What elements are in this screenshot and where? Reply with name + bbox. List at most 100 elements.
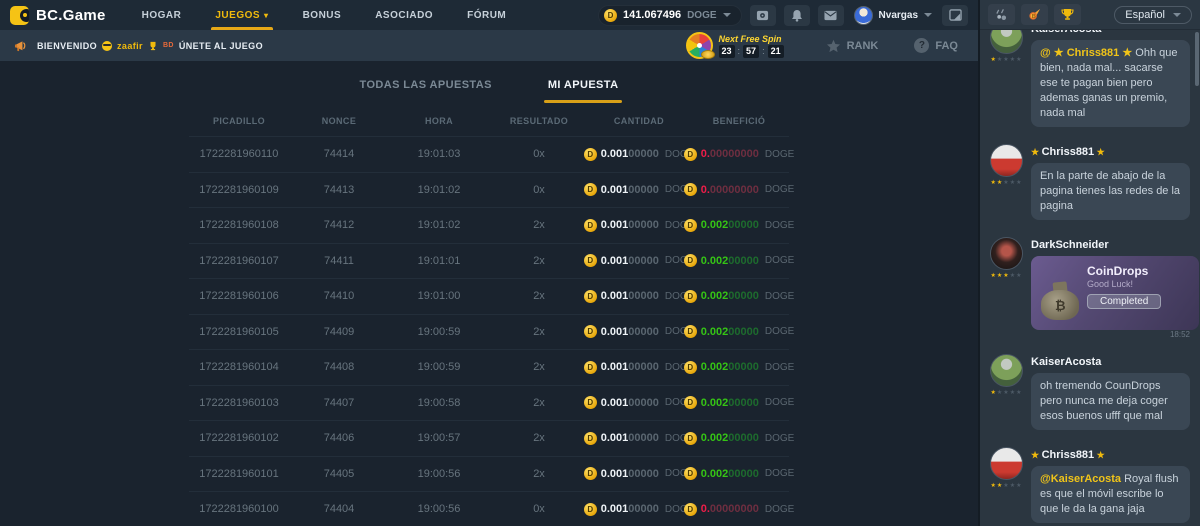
avatar[interactable] bbox=[990, 30, 1023, 54]
cell-profit-value: 0.00200000 bbox=[701, 219, 759, 231]
language-selector[interactable]: Español bbox=[1114, 6, 1192, 24]
nav-item-hogar[interactable]: HOGAR bbox=[142, 0, 182, 30]
cell-amount: D0.00100000DOGE bbox=[589, 325, 689, 338]
timer-minutes: 57 bbox=[743, 45, 759, 58]
cell-amount-value: 0.00100000 bbox=[601, 361, 659, 373]
cell-amount: D0.00100000DOGE bbox=[589, 432, 689, 445]
chat-message-content: KaiserAcostaoh tremendo CounDrops pero n… bbox=[1031, 354, 1190, 436]
spin-info: Next Free Spin 23: 57: 21 bbox=[719, 34, 784, 58]
cell-profit: D0.00200000DOGE bbox=[689, 325, 789, 338]
spin-timer: 23: 57: 21 bbox=[719, 45, 784, 58]
star-icon: ★ bbox=[1016, 483, 1021, 489]
avatar[interactable] bbox=[990, 354, 1023, 387]
cell-hash: 1722281960107 bbox=[189, 255, 289, 267]
cell-nonce: 74412 bbox=[289, 219, 389, 231]
doge-coin-icon: D bbox=[684, 325, 697, 338]
table-row[interactable]: 17222819601067441019:01:002xD0.00100000D… bbox=[189, 278, 789, 314]
nav-item-bonus[interactable]: BONUS bbox=[303, 0, 342, 30]
chat-username[interactable]: ★ Chriss881 ★ bbox=[1031, 146, 1190, 158]
coindrops-completed-button[interactable]: Completed bbox=[1087, 294, 1161, 309]
collapse-chat-button[interactable] bbox=[942, 5, 968, 26]
doge-coin-icon: D bbox=[684, 361, 697, 374]
table-row[interactable]: 17222819601027440619:00:572xD0.00100000D… bbox=[189, 420, 789, 456]
star-icon: ★ bbox=[1010, 57, 1015, 63]
cell-amount-value: 0.00100000 bbox=[601, 397, 659, 409]
bets-table: PICADILLONONCEHORARESULTADOCANTIDADBENEF… bbox=[189, 106, 789, 526]
cell-hash: 1722281960102 bbox=[189, 432, 289, 444]
doge-coin-icon: D bbox=[684, 503, 697, 516]
tab-mi-apuesta[interactable]: MI APUESTA bbox=[544, 65, 623, 103]
chat-message-left: ★★★★★ bbox=[988, 30, 1024, 133]
rank-link[interactable]: RANK bbox=[826, 39, 879, 53]
rain-button[interactable] bbox=[988, 4, 1015, 25]
timer-separator: : bbox=[762, 46, 765, 56]
cell-result: 2x bbox=[489, 219, 589, 231]
chat-username[interactable]: ★ Chriss881 ★ bbox=[1031, 449, 1190, 461]
chat-bubble: @ ★ Chriss881 ★ Ohh que bien, nada mal..… bbox=[1031, 40, 1190, 127]
fireball-icon: B bbox=[1028, 8, 1042, 21]
table-row[interactable]: 17222819601007440419:00:560xD0.00100000D… bbox=[189, 491, 789, 526]
welcome-username[interactable]: zaafir bbox=[117, 41, 143, 51]
avatar[interactable] bbox=[990, 237, 1023, 270]
table-row[interactable]: 17222819601097441319:01:020xD0.00100000D… bbox=[189, 172, 789, 208]
chat-message: ★★★★★★ Chriss881 ★@KaiserAcosta Royal fl… bbox=[988, 447, 1190, 526]
language-label: Español bbox=[1125, 9, 1165, 21]
free-spin-widget[interactable]: Next Free Spin 23: 57: 21 bbox=[686, 32, 784, 59]
brand-logo[interactable]: BC.Game bbox=[10, 6, 106, 25]
star-icon: ★ bbox=[1010, 180, 1015, 186]
faq-label: FAQ bbox=[935, 40, 958, 52]
notifications-button[interactable] bbox=[784, 5, 810, 26]
user-menu[interactable]: Nvargas bbox=[854, 6, 932, 25]
nav-item-fórum[interactable]: FÓRUM bbox=[467, 0, 506, 30]
nav-item-juegos[interactable]: JUEGOS▾ bbox=[215, 0, 268, 30]
nav-item-asociado[interactable]: ASOCIADO bbox=[375, 0, 433, 30]
cell-hash: 1722281960109 bbox=[189, 184, 289, 196]
brand-name: BC.Game bbox=[36, 7, 106, 24]
doge-coin-icon: D bbox=[584, 183, 597, 196]
user-level-stars: ★★★★★ bbox=[991, 390, 1022, 396]
mention-link[interactable]: @ ★ Chriss881 ★ bbox=[1040, 47, 1132, 59]
chat-message-left: ★★★★★ bbox=[988, 237, 1024, 343]
cell-nonce: 74408 bbox=[289, 361, 389, 373]
chat-scrollbar[interactable] bbox=[1195, 32, 1199, 86]
chat-message-left: ★★★★★ bbox=[988, 354, 1024, 436]
cell-profit: D0.00200000DOGE bbox=[689, 396, 789, 409]
faq-link[interactable]: ? FAQ bbox=[914, 38, 958, 53]
table-row[interactable]: 17222819601047440819:00:592xD0.00100000D… bbox=[189, 349, 789, 385]
cell-nonce: 74409 bbox=[289, 326, 389, 338]
avatar[interactable] bbox=[990, 144, 1023, 177]
table-row[interactable]: 17222819601087441219:01:022xD0.00100000D… bbox=[189, 207, 789, 243]
messages-button[interactable] bbox=[818, 5, 844, 26]
coindrop-button[interactable]: B bbox=[1021, 4, 1048, 25]
table-row[interactable]: 17222819601057440919:00:592xD0.00100000D… bbox=[189, 314, 789, 350]
chat-username[interactable]: KaiserAcosta bbox=[1031, 356, 1190, 368]
chat-username-text: Chriss881 bbox=[1042, 146, 1095, 158]
table-row[interactable]: 17222819601107441419:01:030xD0.00100000D… bbox=[189, 136, 789, 172]
app: BC.Game HOGAR JUEGOS▾ BONUS ASOCIADO FÓRUM D… bbox=[0, 0, 1200, 526]
cell-nonce: 74413 bbox=[289, 184, 389, 196]
table-row[interactable]: 17222819601037440719:00:582xD0.00100000D… bbox=[189, 385, 789, 421]
currency-label: DOGE bbox=[765, 149, 794, 160]
tab-todas-las-apuestas[interactable]: TODAS LAS APUESTAS bbox=[356, 65, 496, 103]
balance-selector[interactable]: D 141.067496 DOGE bbox=[598, 5, 742, 26]
cell-result: 2x bbox=[489, 468, 589, 480]
chat-messages: ★★★★★ KaiserAcosta @ ★ Chriss881 ★ Ohh que… bbox=[980, 30, 1200, 526]
contest-button[interactable] bbox=[1054, 4, 1081, 25]
avatar[interactable] bbox=[990, 447, 1023, 480]
star-icon: ★ bbox=[1010, 273, 1015, 279]
cell-profit-value: 0.00200000 bbox=[701, 397, 759, 409]
message-timestamp: 18:52 bbox=[1031, 330, 1190, 339]
mention-link[interactable]: @KaiserAcosta bbox=[1040, 473, 1121, 485]
star-icon bbox=[826, 39, 841, 53]
table-row[interactable]: 17222819601017440519:00:562xD0.00100000D… bbox=[189, 456, 789, 492]
cell-nonce: 74405 bbox=[289, 468, 389, 480]
currency-label: DOGE bbox=[765, 184, 794, 195]
cell-profit: D0.00200000DOGE bbox=[689, 432, 789, 445]
vault-button[interactable] bbox=[750, 5, 776, 26]
chat-username[interactable]: DarkSchneider bbox=[1031, 239, 1190, 251]
cell-nonce: 74404 bbox=[289, 503, 389, 515]
doge-coin-icon: D bbox=[584, 325, 597, 338]
chat-username[interactable]: KaiserAcosta bbox=[1031, 30, 1190, 35]
table-row[interactable]: 17222819601077441119:01:012xD0.00100000D… bbox=[189, 243, 789, 279]
doge-coin-icon: D bbox=[584, 503, 597, 516]
